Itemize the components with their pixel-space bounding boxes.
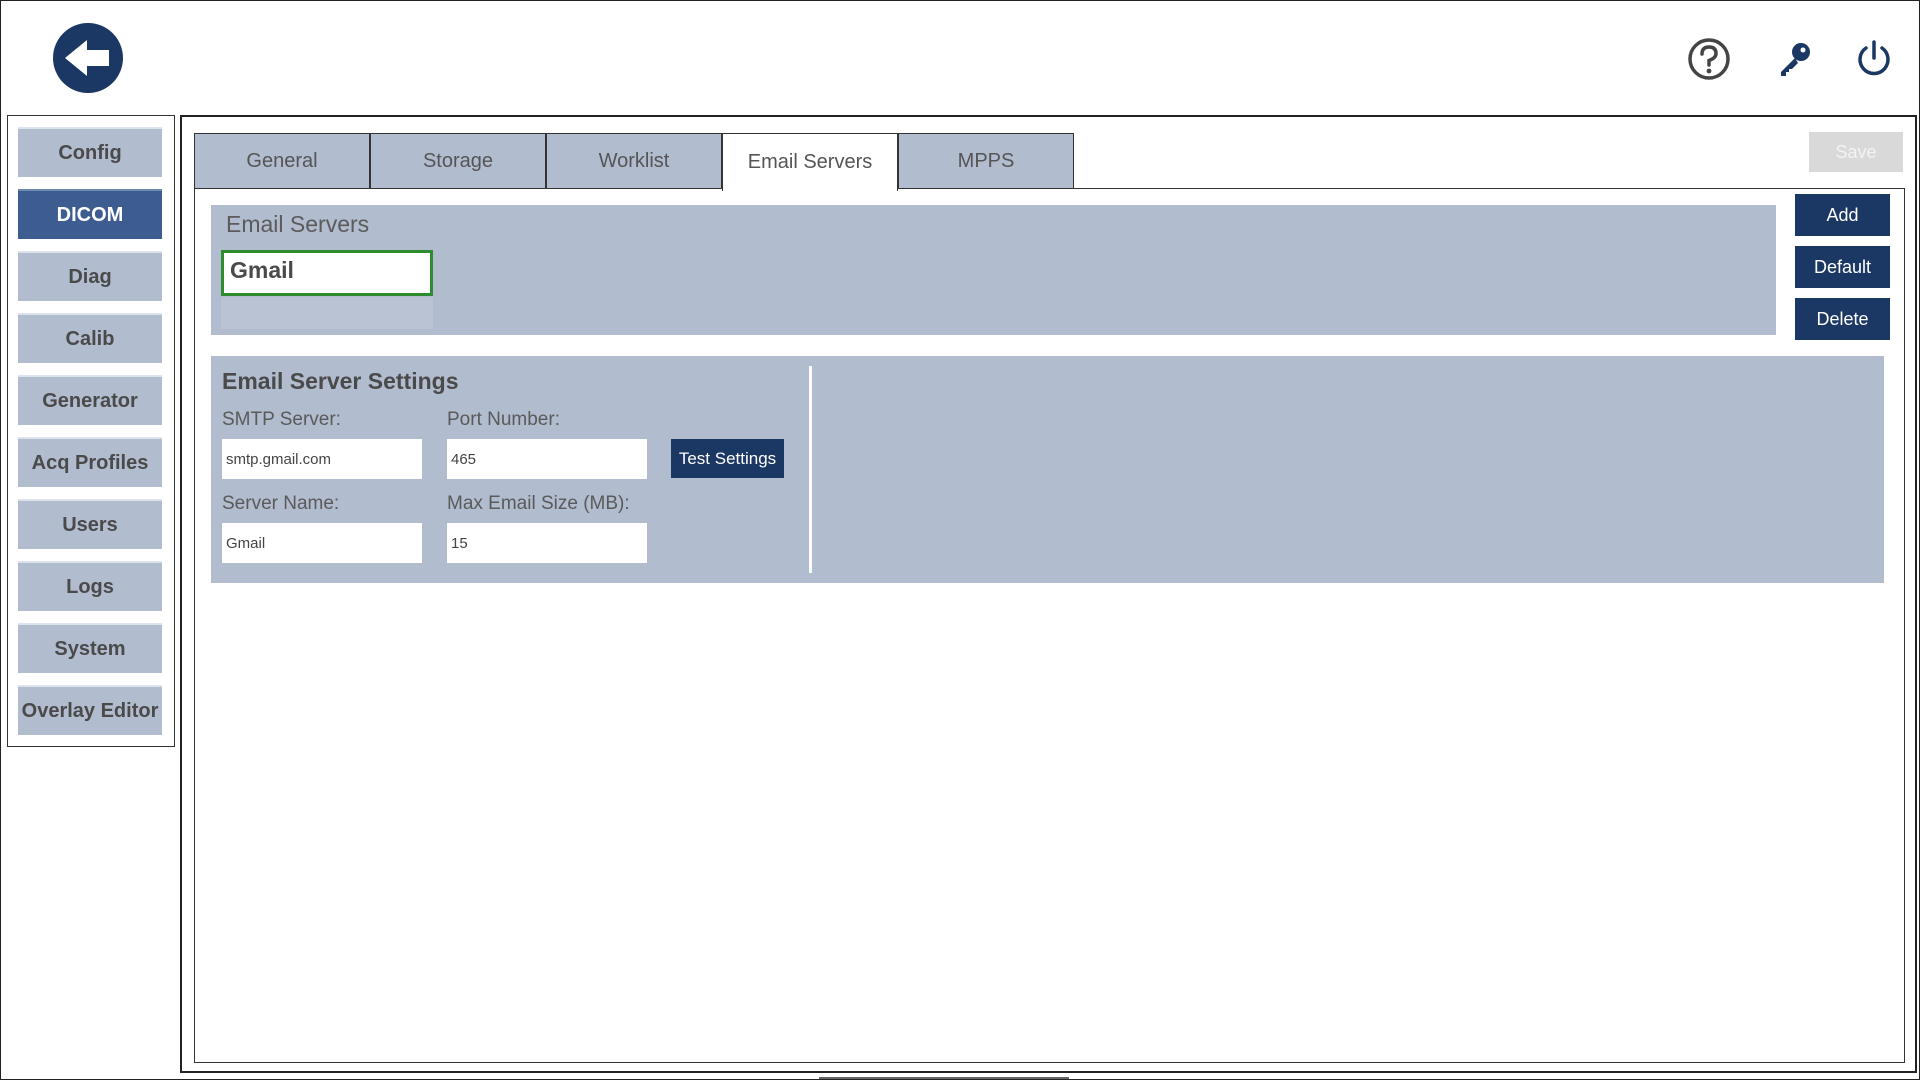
sidebar-item-dicom[interactable]: DICOM [18,189,162,239]
port-number-label: Port Number: [447,409,560,430]
sidebar-item-calib[interactable]: Calib [18,313,162,363]
server-list-item[interactable]: Gmail [221,250,433,296]
tab-storage[interactable]: Storage [370,133,546,189]
tab-general[interactable]: General [194,133,370,189]
server-name-label: Server Name: [222,493,340,514]
sidebar-item-diag[interactable]: Diag [18,251,162,301]
question-circle-icon [1688,38,1730,80]
sidebar-item-config[interactable]: Config [18,127,162,177]
test-settings-button[interactable]: Test Settings [671,439,784,478]
sidebar-item-generator[interactable]: Generator [18,375,162,425]
email-servers-title: Email Servers [226,211,370,237]
arrow-left-icon [65,40,109,76]
default-button[interactable]: Default [1795,246,1890,288]
email-servers-panel: Email Servers Gmail [211,205,1776,335]
help-button[interactable] [1685,35,1733,83]
key-icon [1781,43,1810,76]
add-button[interactable]: Add [1795,194,1890,236]
max-email-size-input[interactable] [447,523,647,563]
tab-mpps[interactable]: MPPS [898,133,1074,189]
sidebar-item-acq-profiles[interactable]: Acq Profiles [18,437,162,487]
settings-divider [809,366,812,573]
tab-email-servers[interactable]: Email Servers [722,133,898,191]
sidebar: Config DICOM Diag Calib Generator Acq Pr… [7,115,175,747]
delete-button[interactable]: Delete [1795,298,1890,340]
power-icon [1858,40,1890,76]
sidebar-item-users[interactable]: Users [18,499,162,549]
smtp-server-input[interactable] [222,439,422,479]
back-button[interactable] [53,23,123,93]
app-window: Config DICOM Diag Calib Generator Acq Pr… [0,0,1920,1080]
max-email-size-label: Max Email Size (MB): [447,493,630,514]
save-button[interactable]: Save [1809,132,1903,172]
smtp-server-label: SMTP Server: [222,409,341,430]
sidebar-item-logs[interactable]: Logs [18,561,162,611]
settings-title: Email Server Settings [222,368,459,394]
sidebar-item-overlay-editor[interactable]: Overlay Editor [18,685,162,735]
server-name-input[interactable] [222,523,422,563]
server-list-area [221,297,433,329]
email-server-settings-panel: Email Server Settings SMTP Server: Port … [211,356,1884,583]
key-button[interactable] [1771,35,1819,83]
main-panel: General Storage Worklist Email Servers M… [180,115,1917,1073]
bottom-edge-indicator [819,1077,1069,1079]
sidebar-item-system[interactable]: System [18,623,162,673]
power-button[interactable] [1850,35,1898,83]
tab-worklist[interactable]: Worklist [546,133,722,189]
tab-content: Email Servers Gmail Add Default Delete E… [194,188,1905,1063]
port-number-input[interactable] [447,439,647,479]
